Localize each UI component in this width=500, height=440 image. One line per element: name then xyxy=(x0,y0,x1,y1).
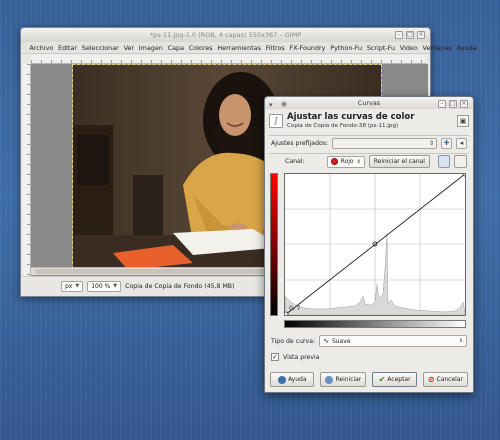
menu-capa[interactable]: Capa xyxy=(165,44,186,52)
chevron-down-icon: ▼ xyxy=(113,283,118,289)
channel-value: Rojo xyxy=(340,158,354,165)
channel-selector[interactable]: Rojo ⇕ xyxy=(326,155,365,168)
menu-fx-foundry[interactable]: FX-Foundry xyxy=(287,44,328,52)
layer-info: Copia de Copia de Fondo (45,8 MB) xyxy=(125,283,235,290)
cancel-icon: ⊘ xyxy=(427,375,435,384)
menu-video[interactable]: Video xyxy=(397,44,420,52)
dialog-buttons: Ayuda Reiniciar ✔ Aceptar ⊘ Cancelar xyxy=(270,372,468,387)
presets-combo[interactable]: ⇕ xyxy=(332,138,437,149)
accept-button[interactable]: ✔ Aceptar xyxy=(372,372,417,387)
dialog-title: Curvas xyxy=(357,99,381,107)
curve-type-row: Tipo de curva: ∿ Suave ⇕ xyxy=(271,335,467,347)
smooth-curve-icon: ∿ xyxy=(323,337,329,345)
reset-label: Reiniciar xyxy=(335,376,362,383)
menu-herramientas[interactable]: Herramientas xyxy=(215,44,263,52)
help-button[interactable]: Ayuda xyxy=(270,372,315,387)
layer-thumbnail-icon: ▣ xyxy=(457,115,469,127)
close-icon[interactable]: × xyxy=(460,100,468,108)
presets-label: Ajustes prefijados: xyxy=(271,140,329,147)
reset-channel-button[interactable]: Reiniciar el canal xyxy=(368,155,430,168)
minimize-icon[interactable]: – xyxy=(438,100,446,108)
accept-label: Aceptar xyxy=(387,376,411,383)
divider xyxy=(269,153,469,154)
dialog-subheading: Copia de Copia de Fondo-38 (ps-11.jpg) xyxy=(287,123,399,129)
input-gradient-bar xyxy=(284,320,466,328)
menu-ayuda[interactable]: Ayuda xyxy=(455,44,480,52)
window-menu-icon[interactable]: ▾ xyxy=(269,99,273,111)
menu-archivo[interactable]: Archivo xyxy=(27,44,56,52)
maximize-icon[interactable]: □ xyxy=(406,31,414,39)
dialog-heading: Ajustar las curvas de color xyxy=(287,112,415,122)
zoom-selector[interactable]: 100 % ▼ xyxy=(87,281,122,292)
unit-value: px xyxy=(65,283,73,290)
preview-checkbox[interactable]: ✓ xyxy=(271,353,279,361)
cancel-button[interactable]: ⊘ Cancelar xyxy=(422,372,468,387)
chevron-updown-icon: ⇕ xyxy=(428,140,434,147)
curve-graph-svg: 0, 7 xyxy=(283,171,468,317)
menu-filtros[interactable]: Filtros xyxy=(263,44,287,52)
pin-icon[interactable]: ◉ xyxy=(281,98,287,110)
chevron-updown-icon: ⇕ xyxy=(458,338,463,344)
point-readout: 0, 7 xyxy=(289,305,301,312)
curves-icon: ∫ xyxy=(269,114,283,128)
window-titlebar[interactable]: *ps-11.jpg-1.0 (RGB, 4 capas) 550x367 – … xyxy=(21,28,430,42)
menu-editar[interactable]: Editar xyxy=(56,44,80,52)
chevron-down-icon: ▼ xyxy=(75,283,80,289)
channel-row: Canal: Rojo ⇕ Reiniciar el canal xyxy=(271,155,467,168)
reset-icon xyxy=(325,375,334,384)
help-icon xyxy=(277,375,286,384)
curves-dialog: ▾ ◉ Curvas – □ × ∫ Ajustar las curvas de… xyxy=(264,96,474,393)
divider xyxy=(269,135,469,136)
linear-histogram-button[interactable] xyxy=(437,155,451,168)
reset-button[interactable]: Reiniciar xyxy=(320,372,367,387)
log-histogram-button[interactable] xyxy=(454,155,467,168)
output-gradient-bar xyxy=(270,173,278,316)
close-icon[interactable]: × xyxy=(417,31,425,39)
horizontal-ruler[interactable] xyxy=(31,55,426,64)
curve-graph[interactable]: 0, 7 xyxy=(283,171,468,317)
chevron-updown-icon: ⇕ xyxy=(356,158,361,165)
menu-python-fu[interactable]: Python-Fu xyxy=(328,44,365,52)
preview-row: ✓ Vista previa xyxy=(271,353,467,361)
cancel-label: Cancelar xyxy=(436,376,463,383)
menu-ventanas[interactable]: Ventanas xyxy=(420,44,454,52)
menu-seleccionar[interactable]: Seleccionar xyxy=(79,44,121,52)
dialog-header: ∫ Ajustar las curvas de color Copia de C… xyxy=(269,112,469,132)
add-preset-button[interactable]: ✚ xyxy=(441,138,452,149)
preview-label: Vista previa xyxy=(283,353,320,361)
window-title: *ps-11.jpg-1.0 (RGB, 4 capas) 550x367 – … xyxy=(149,31,302,39)
menu-colores[interactable]: Colores xyxy=(186,44,215,52)
curve-type-label: Tipo de curva: xyxy=(271,337,316,345)
menubar: Archivo Editar Seleccionar Ver Imagen Ca… xyxy=(21,42,477,54)
minimize-icon[interactable]: – xyxy=(395,31,403,39)
preset-menu-button[interactable]: ◂ xyxy=(456,138,467,149)
check-icon: ✔ xyxy=(378,375,386,384)
dialog-titlebar[interactable]: ▾ ◉ Curvas – □ × xyxy=(265,97,473,109)
unit-selector[interactable]: px ▼ xyxy=(61,281,84,292)
help-label: Ayuda xyxy=(287,376,307,383)
curve-type-selector[interactable]: ∿ Suave ⇕ xyxy=(319,335,467,347)
vertical-ruler[interactable] xyxy=(23,64,31,277)
zoom-value: 100 % xyxy=(91,283,111,290)
channel-label: Canal: xyxy=(285,158,305,165)
curve-editor: 0, 7 xyxy=(270,171,470,329)
menu-imagen[interactable]: Imagen xyxy=(136,44,165,52)
menu-ver[interactable]: Ver xyxy=(121,44,136,52)
curve-type-value: Suave xyxy=(331,337,351,345)
maximize-icon[interactable]: □ xyxy=(449,100,457,108)
presets-row: Ajustes prefijados: ⇕ ✚ ◂ xyxy=(271,138,467,149)
red-channel-icon xyxy=(330,158,338,165)
menu-script-fu[interactable]: Script-Fu xyxy=(364,44,397,52)
reset-channel-label: Reiniciar el canal xyxy=(373,158,425,165)
